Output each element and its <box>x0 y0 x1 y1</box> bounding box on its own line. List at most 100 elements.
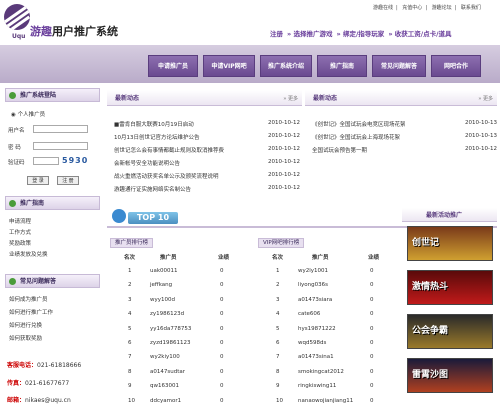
promo-header: 最新活动推广 <box>402 208 497 222</box>
name-cell: jeffkang <box>150 282 173 289</box>
rank-cell: 1 <box>128 268 132 274</box>
rank-cell: 6 <box>128 340 132 346</box>
radio-personal[interactable]: ◉ 个人推广员 <box>11 110 45 118</box>
score-cell: 0 <box>370 268 374 274</box>
toplink-recharge[interactable]: 充值中心 <box>402 5 422 11</box>
news-item[interactable]: 会新帐号安全功能说明公告 <box>114 159 180 167</box>
name-cell: wy2kiy100 <box>150 354 180 361</box>
toplink-forum[interactable]: 游趣论坛 <box>432 5 452 11</box>
news-item[interactable]: ■雷肯白服大联赛10月19日启动 <box>114 120 194 128</box>
guide-title: 推广指南 <box>5 196 100 210</box>
nav-apply-vip[interactable]: 申请VIP网吧 <box>203 55 255 77</box>
header: Uqu 游趣用户推广系统 游趣在线 | 充值中心 | 游趣论坛 | 联系我们 注册» … <box>0 0 500 45</box>
promo-banner[interactable]: 激情热斗 <box>407 270 493 305</box>
rank-cell: 6 <box>276 340 280 346</box>
news-item[interactable]: 战火重燃活动获奖名单公示及颁奖流程说明 <box>114 172 264 180</box>
site-title: 游趣用户推广系统 <box>30 25 118 38</box>
rank-cell: 5 <box>276 325 280 332</box>
slogan: 注册» 选择推广游戏» 绑定/指导玩家» 收获工资/点卡/道具 <box>270 30 452 38</box>
news2-date: 2010-10-13 <box>465 120 497 126</box>
score-cell: 0 <box>220 340 224 346</box>
rank-cell: 7 <box>128 354 132 361</box>
col-score: 业绩 <box>218 255 230 261</box>
news2-item[interactable]: 《创世记》全国试玩会上海现场花絮 <box>312 133 400 141</box>
rank-cell: 3 <box>276 296 280 303</box>
tab-vip-rank[interactable]: VIP网吧排行榜 <box>258 238 305 248</box>
guide-item[interactable]: 工作方式 <box>9 228 31 236</box>
login-button[interactable]: 登 录 <box>27 176 49 185</box>
news2-header: 最新动态 » 更多 <box>305 90 497 106</box>
col-rank: 名次 <box>124 255 136 261</box>
score-cell: 0 <box>220 311 224 318</box>
nav-netcafe[interactable]: 网吧合作 <box>431 55 481 77</box>
nav-faq[interactable]: 常见问题解答 <box>372 55 426 77</box>
name-cell: qw163001 <box>150 383 179 390</box>
news-item[interactable]: 游趣通行证实施网络实名制公告 <box>114 185 191 193</box>
captcha-input[interactable] <box>33 157 59 165</box>
score-cell: 0 <box>220 397 224 404</box>
name-cell: wyy100d <box>150 296 175 303</box>
name-cell: liyong036s <box>298 282 329 289</box>
password-input[interactable] <box>33 142 88 150</box>
news-box: 最新动态 » 更多 <box>107 90 302 106</box>
news-item[interactable]: 创世记怎么会有事情都截止规则及取消推荐费 <box>114 146 264 154</box>
guide-item[interactable]: 申请流程 <box>9 217 31 225</box>
news-date: 2010-10-12 <box>268 133 300 139</box>
rank-cell: 10 <box>128 397 135 404</box>
promo-banner[interactable]: 雷霄沙图 <box>407 358 493 393</box>
score-cell: 0 <box>220 296 224 303</box>
top10-title: TOP 10 <box>128 212 178 224</box>
name-cell: uak00011 <box>150 268 178 274</box>
rank-cell: 2 <box>276 282 280 289</box>
news2-more-link[interactable]: » 更多 <box>478 95 493 102</box>
score-cell: 0 <box>220 354 224 361</box>
toplink-contact[interactable]: 联系我们 <box>461 5 481 11</box>
score-cell: 0 <box>220 368 224 375</box>
col-score: 业绩 <box>368 255 380 261</box>
faq-item[interactable]: 如何进行兑换 <box>9 321 42 329</box>
news-item[interactable]: 10月13日创世记官方论坛维护公告 <box>114 133 200 141</box>
guide-item[interactable]: 奖励政策 <box>9 239 31 247</box>
score-cell: 0 <box>220 268 224 274</box>
nav-guide[interactable]: 推广指南 <box>317 55 367 77</box>
promo-banner[interactable]: 创世记 <box>407 226 493 261</box>
name-cell: wy2ly1001 <box>298 268 329 274</box>
rank-cell: 4 <box>276 311 280 318</box>
news2-item[interactable]: 全国试玩会预告第一期 <box>312 146 367 154</box>
register-button[interactable]: 注 册 <box>57 176 79 185</box>
username-input[interactable] <box>33 125 88 133</box>
tab-promoter-rank[interactable]: 推广员排行榜 <box>110 238 154 248</box>
guide-item[interactable]: 业绩发放及兑换 <box>9 250 48 258</box>
logo-icon <box>4 4 30 30</box>
nav-system-intro[interactable]: 推广系统介绍 <box>260 55 312 77</box>
rank-cell: 10 <box>276 397 283 404</box>
person-icon <box>9 92 16 99</box>
news2-date: 2010-10-13 <box>465 133 497 139</box>
person-icon <box>9 278 16 285</box>
score-cell: 0 <box>370 354 374 361</box>
name-cell: nanaowojianjiang11 <box>298 397 354 404</box>
news-title: 最新动态 <box>115 95 140 102</box>
rank-cell: 2 <box>128 282 132 289</box>
faq-item[interactable]: 如何获取奖励 <box>9 334 42 342</box>
faq-item[interactable]: 如何成为推广员 <box>9 295 48 303</box>
captcha-label: 验证码 <box>8 160 25 166</box>
score-cell: 0 <box>370 282 374 289</box>
faq-item[interactable]: 如何进行推广工作 <box>9 308 53 316</box>
news2-date: 2010-10-12 <box>465 146 497 152</box>
news2-item[interactable]: 《创世记》全国试玩会电竞区现场花絮 <box>312 120 406 128</box>
score-cell: 0 <box>220 383 224 390</box>
name-cell: a01473siara <box>298 296 333 303</box>
name-cell: hys19871222 <box>298 325 336 332</box>
nav-apply-promoter[interactable]: 申请推广员 <box>148 55 198 77</box>
name-cell: yy16da778753 <box>150 325 192 332</box>
score-cell: 0 <box>220 282 224 289</box>
promo-banner[interactable]: 公会争霸 <box>407 314 493 349</box>
name-cell: wqd598ds <box>298 340 327 346</box>
news-header: 最新动态 » 更多 <box>107 90 302 106</box>
trophy-icon <box>112 209 126 223</box>
score-cell: 0 <box>370 368 374 375</box>
rank-cell: 8 <box>276 368 280 375</box>
toplink-online[interactable]: 游趣在线 <box>373 5 393 11</box>
news-more-link[interactable]: » 更多 <box>283 95 298 102</box>
